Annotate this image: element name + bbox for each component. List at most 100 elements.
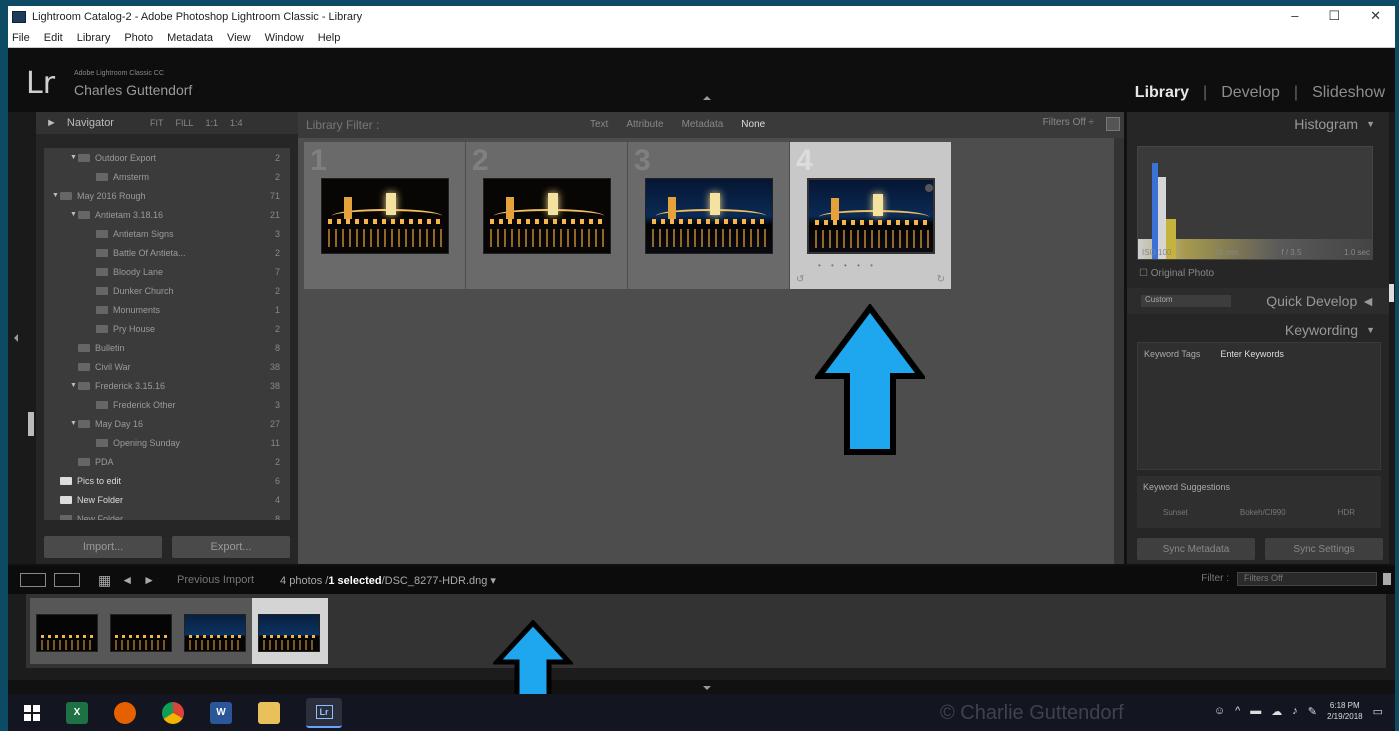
folder-row[interactable]: Pry House 2 (44, 319, 290, 338)
menu-view[interactable]: View (227, 32, 251, 44)
excel-icon[interactable]: X (66, 701, 88, 724)
expand-triangle-icon[interactable]: ► (46, 117, 57, 129)
start-button-icon[interactable] (24, 704, 40, 721)
clock[interactable]: 6:18 PM 2/19/2018 (1327, 700, 1363, 722)
folder-row[interactable]: Antietam Signs 3 (44, 224, 290, 243)
filmstrip-cell[interactable] (104, 598, 180, 664)
menu-library[interactable]: Library (77, 32, 111, 44)
right-panel-scrollbar[interactable] (1389, 284, 1394, 302)
menu-file[interactable]: File (12, 32, 30, 44)
module-slideshow[interactable]: Slideshow (1312, 84, 1385, 102)
top-panel-toggle-icon[interactable] (703, 96, 711, 100)
quick-develop-header[interactable]: Custom Quick Develop ◄ (1127, 288, 1389, 314)
filmstrip-cell[interactable] (178, 598, 254, 664)
grid-cell[interactable]: 4 • • • • • ↺ ↻ (790, 142, 951, 289)
collapse-triangle-icon[interactable]: ▼ (1366, 119, 1375, 129)
maximize-button[interactable]: ☐ (1328, 8, 1340, 24)
bottom-panel-toggle-icon[interactable] (703, 686, 711, 690)
onedrive-icon[interactable]: ☁ (1271, 705, 1282, 718)
export-button[interactable]: Export... (172, 536, 290, 558)
folder-row[interactable]: New Folder 4 (44, 490, 290, 509)
folder-row[interactable]: Pics to edit 6 (44, 471, 290, 490)
disclosure-triangle-icon[interactable]: ▼ (70, 382, 78, 389)
folder-row[interactable]: Battle Of Antieta... 2 (44, 243, 290, 262)
word-icon[interactable]: W (210, 701, 232, 724)
rotate-left-icon[interactable]: ↺ (796, 274, 804, 285)
module-develop[interactable]: Develop (1221, 84, 1280, 102)
import-button[interactable]: Import... (44, 536, 162, 558)
filter-preset-select[interactable]: Filters Off ÷ (1043, 117, 1094, 128)
filmstrip-cell[interactable] (252, 598, 328, 664)
collapse-triangle-icon[interactable]: ▼ (1366, 325, 1375, 335)
second-window-icon[interactable] (54, 573, 80, 587)
people-icon[interactable]: ☺ (1214, 705, 1225, 717)
filter-text[interactable]: Text (590, 119, 608, 130)
filter-none[interactable]: None (741, 119, 765, 130)
folder-row[interactable]: Amsterm 2 (44, 167, 290, 186)
notifications-icon[interactable]: ▭ (1373, 705, 1383, 718)
folder-row[interactable]: Monuments 1 (44, 300, 290, 319)
folder-row[interactable]: New Folder 8 (44, 509, 290, 520)
folder-row[interactable]: ▼ Outdoor Export 2 (44, 148, 290, 167)
minimize-button[interactable]: – (1291, 8, 1298, 24)
lightroom-taskbar-icon[interactable]: Lr (306, 697, 342, 728)
rotate-right-icon[interactable]: ↻ (937, 274, 945, 285)
back-arrow-icon[interactable]: ◄ (121, 573, 133, 587)
folder-row[interactable]: Frederick Other 3 (44, 395, 290, 414)
quick-collection-icon[interactable] (925, 184, 933, 192)
filter-lock-switch[interactable] (1383, 573, 1391, 585)
folder-row[interactable]: Dunker Church 2 (44, 281, 290, 300)
menu-metadata[interactable]: Metadata (167, 32, 213, 44)
grid-cell[interactable]: 3 (628, 142, 789, 289)
saved-preset-select[interactable]: Custom (1141, 295, 1231, 307)
file-explorer-icon[interactable] (258, 701, 280, 724)
folder-row[interactable]: ▼ Frederick 3.15.16 38 (44, 376, 290, 395)
folder-row[interactable]: Civil War 38 (44, 357, 290, 376)
histogram-header[interactable]: Histogram ▼ (1127, 112, 1389, 136)
disclosure-triangle-icon[interactable]: ▼ (70, 211, 78, 218)
filmstrip-filter-select[interactable]: Filters Off (1237, 572, 1377, 586)
folder-row[interactable]: Bulletin 8 (44, 338, 290, 357)
zoom-1-1[interactable]: 1:1 (205, 118, 218, 128)
left-panel-toggle-icon[interactable] (14, 334, 18, 342)
filter-metadata[interactable]: Metadata (682, 119, 724, 130)
module-library[interactable]: Library (1135, 84, 1189, 102)
zoom-fill[interactable]: FILL (175, 118, 193, 128)
close-button[interactable]: ✕ (1370, 8, 1381, 24)
menu-edit[interactable]: Edit (44, 32, 63, 44)
pen-icon[interactable]: ✎ (1308, 705, 1317, 718)
star-rating-dots[interactable]: • • • • • (818, 261, 877, 270)
sync-metadata-button[interactable]: Sync Metadata (1137, 538, 1255, 560)
keyword-suggestion[interactable]: HDR (1338, 508, 1355, 517)
filmstrip-cell[interactable] (30, 598, 106, 664)
folder-row[interactable]: Bloody Lane 7 (44, 262, 290, 281)
filmstrip-source[interactable]: Previous Import (177, 574, 254, 586)
network-icon[interactable]: ▬ (1250, 705, 1261, 717)
main-window-icon[interactable] (20, 573, 46, 587)
keywording-header[interactable]: Keywording ▼ (1127, 318, 1389, 342)
disclosure-triangle-icon[interactable]: ▼ (70, 154, 78, 161)
original-photo-checkbox[interactable]: ☐ Original Photo (1139, 268, 1214, 279)
enter-keywords-select[interactable]: Enter Keywords (1220, 349, 1284, 359)
volume-icon[interactable]: ♪ (1292, 705, 1298, 717)
keyword-tags-box[interactable]: Keyword Tags Enter Keywords (1137, 342, 1381, 470)
filter-attribute[interactable]: Attribute (626, 119, 663, 130)
disclosure-triangle-icon[interactable]: ▼ (70, 420, 78, 427)
navigator-header[interactable]: ► Navigator FIT FILL 1:1 1:4 (36, 112, 298, 134)
folder-row[interactable]: ▼ May 2016 Rough 71 (44, 186, 290, 205)
grid-view-icon[interactable]: ▦ (98, 572, 111, 589)
menu-window[interactable]: Window (265, 32, 304, 44)
keyword-suggestion[interactable]: Bokeh/Cl990 (1240, 508, 1286, 517)
chrome-icon[interactable] (162, 701, 184, 724)
grid-scrollbar[interactable] (1114, 138, 1124, 564)
zoom-1-4[interactable]: 1:4 (230, 118, 243, 128)
folder-row[interactable]: ▼ Antietam 3.18.16 21 (44, 205, 290, 224)
menu-help[interactable]: Help (318, 32, 341, 44)
folder-row[interactable]: Opening Sunday 11 (44, 433, 290, 452)
forward-arrow-icon[interactable]: ► (143, 573, 155, 587)
left-panel-scrollbar[interactable] (28, 412, 34, 436)
keyword-suggestion[interactable]: Sunset (1163, 508, 1188, 517)
firefox-icon[interactable] (114, 701, 136, 724)
filter-lock-icon[interactable] (1106, 117, 1120, 131)
folder-row[interactable]: ▼ May Day 16 27 (44, 414, 290, 433)
